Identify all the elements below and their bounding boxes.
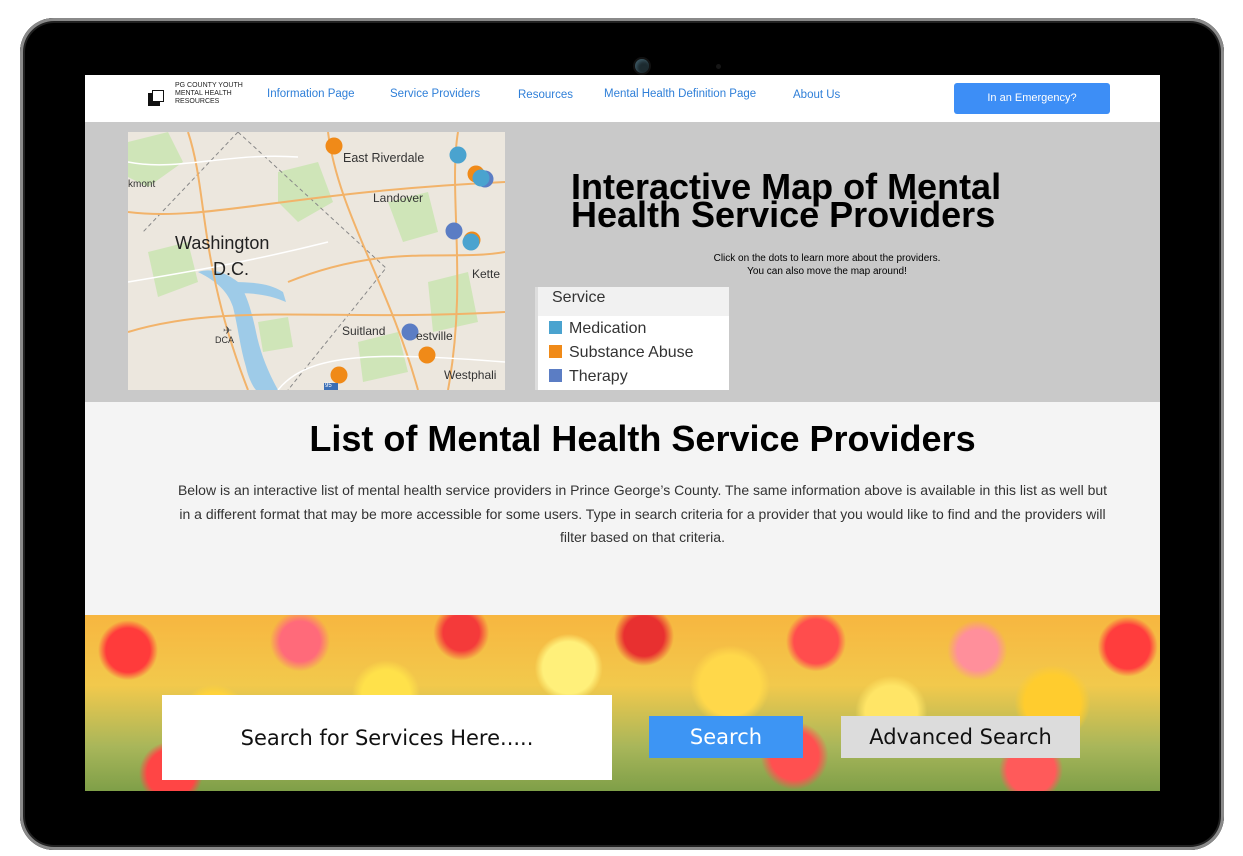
legend-item-therapy[interactable]: Therapy	[549, 368, 628, 386]
screen: PG COUNTY YOUTH MENTAL HEALTH RESOURCES …	[85, 75, 1160, 791]
legend-label: Therapy	[569, 368, 628, 385]
map-label-suitland: Suitland	[342, 324, 386, 338]
map-label-kettering: Kette	[472, 267, 501, 281]
nav-mental-health-definition[interactable]: Mental Health Definition Page	[604, 88, 756, 100]
map-label-route: 95	[325, 383, 332, 389]
map-label-washington: Washington	[175, 233, 270, 253]
map-instructions-line1: Click on the dots to learn more about th…	[713, 253, 941, 264]
map-instructions-line2: You can also move the map around!	[747, 266, 907, 277]
search-input[interactable]	[162, 695, 612, 780]
legend-swatch-medication	[549, 321, 562, 334]
search-button[interactable]: Search	[649, 716, 803, 758]
legend-item-substance-abuse[interactable]: Substance Abuse	[549, 344, 694, 362]
list-section-description: Below is an interactive list of mental h…	[177, 482, 1108, 545]
map-section: ✈ East Riverdale Landover Washington D.C…	[85, 122, 1160, 402]
legend-label: Substance Abuse	[569, 344, 694, 361]
legend-title: Service	[552, 289, 606, 306]
map-canvas: ✈	[128, 132, 505, 390]
map-label-landover: Landover	[373, 191, 424, 205]
search-banner: Search Advanced Search	[85, 615, 1160, 791]
legend-label: Medication	[569, 320, 647, 337]
map-section-instructions: Click on the dots to learn more about th…	[645, 252, 1009, 278]
camera-icon	[635, 59, 649, 73]
site-header: PG COUNTY YOUTH MENTAL HEALTH RESOURCES …	[85, 75, 1160, 122]
emergency-button[interactable]: In an Emergency?	[954, 83, 1110, 114]
legend-item-medication[interactable]: Medication	[549, 320, 646, 338]
map-section-title: Interactive Map of Mental Health Service…	[571, 166, 1002, 235]
legend-swatch-therapy	[549, 369, 562, 382]
map-label-westphalia: Westphali	[444, 368, 497, 382]
map-label-kmont: kmont	[128, 179, 156, 190]
map-label-dc: D.C.	[213, 259, 249, 279]
map-label-forestville: estville	[416, 329, 453, 343]
nav-information-page[interactable]: Information Page	[267, 88, 355, 100]
nav-service-providers[interactable]: Service Providers	[390, 88, 480, 100]
map-label-east-riverdale: East Riverdale	[343, 151, 425, 165]
sensor-dot	[716, 64, 721, 69]
legend-swatch-substance-abuse	[549, 345, 562, 358]
advanced-search-button[interactable]: Advanced Search	[841, 716, 1080, 758]
logo-icon	[148, 90, 164, 106]
map-legend: Service Medication Substance Abuse Thera…	[535, 287, 729, 390]
list-section-title: List of Mental Health Service Providers	[309, 418, 976, 459]
site-logo[interactable]: PG COUNTY YOUTH MENTAL HEALTH RESOURCES	[147, 82, 257, 116]
nav-resources[interactable]: Resources	[518, 89, 573, 101]
interactive-map[interactable]: ✈ East Riverdale Landover Washington D.C…	[128, 132, 505, 390]
nav-about-us[interactable]: About Us	[793, 89, 840, 101]
map-label-dca: DCA	[215, 335, 235, 345]
logo-text: PG COUNTY YOUTH MENTAL HEALTH RESOURCES	[175, 82, 243, 105]
